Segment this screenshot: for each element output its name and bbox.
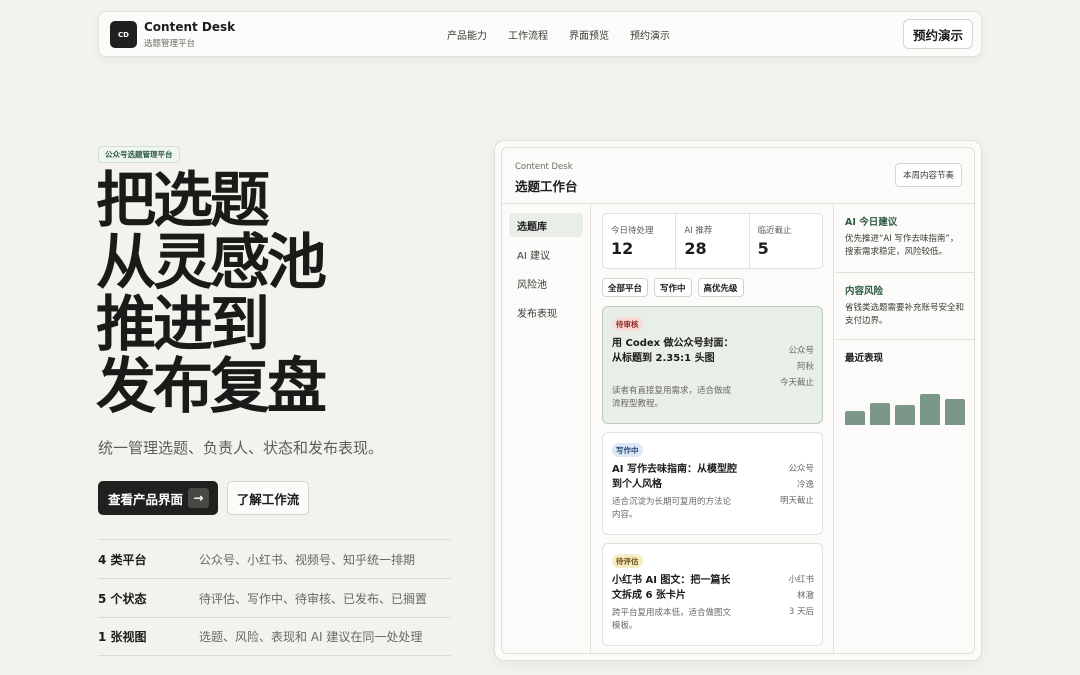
book-demo-button[interactable]: 预约演示: [903, 19, 973, 49]
kpi-value: 5: [757, 239, 769, 258]
performance-bar: [845, 411, 865, 425]
topic-meta: 小红书 林澈 3 天后: [788, 572, 814, 620]
topic-meta: 公众号 阿秋 今天截止: [780, 343, 814, 391]
topic-card[interactable]: 待评估 小红书 AI 图文：把一篇长文拆成 6 张卡片 跨平台复用成本低，适合做…: [602, 543, 823, 646]
topic-description: 跨平台复用成本低，适合做图文模板。: [612, 608, 732, 631]
sidebar-item-topics[interactable]: 选题库: [509, 213, 583, 237]
brand-subtitle: 选题管理平台: [144, 39, 196, 49]
hero-title: 把选题 从灵感池 推进到 发布复盘: [96, 166, 327, 422]
hero-title-line: 把选题: [96, 166, 270, 236]
content-risk-text: 省钱类选题需要补充账号安全和支付边界。: [845, 303, 965, 326]
arrow-right-icon: →: [188, 488, 209, 508]
topic-card[interactable]: 写作中 AI 写作去味指南：从模型腔到个人风格 适合沉淀为长期可复用的方法论内容…: [602, 432, 823, 535]
performance-bar: [870, 403, 890, 425]
learn-workflow-button[interactable]: 了解工作流: [227, 481, 309, 515]
topic-platform: 公众号: [788, 464, 814, 474]
workspace-sidebar: 选题库 AI 建议 风险池 发布表现: [502, 204, 591, 653]
kpi-ai-recommend: AI 推荐 28: [676, 214, 750, 268]
weekly-rhythm-button[interactable]: 本周内容节奏: [894, 163, 962, 187]
nav-links: 产品能力 工作流程 界面预览 预约演示: [447, 27, 670, 42]
workspace-title: 选题工作台: [515, 179, 578, 194]
logo-icon[interactable]: CD: [110, 21, 137, 48]
sidebar-item-performance[interactable]: 发布表现: [509, 300, 583, 324]
performance-bars: [845, 369, 965, 425]
stats-list: 4 类平台 公众号、小红书、视频号、知乎统一排期 5 个状态 待评估、写作中、待…: [98, 539, 451, 656]
stat-key: 1 张视图: [98, 630, 147, 644]
topic-owner: 冷逸: [796, 480, 814, 490]
topic-due: 明天截止: [779, 496, 814, 506]
content-risk-section: 内容风险 省钱类选题需要补充账号安全和支付边界。: [835, 273, 974, 340]
top-nav: CD Content Desk 选题管理平台 产品能力 工作流程 界面预览 预约…: [98, 11, 982, 57]
workspace-app-name: Content Desk: [515, 162, 573, 172]
filter-all-platforms[interactable]: 全部平台: [602, 278, 649, 297]
view-product-label: 查看产品界面: [108, 491, 184, 507]
topic-description: 读者有直接复用需求，适合做成流程型教程。: [612, 386, 732, 409]
topic-card[interactable]: 待审核 用 Codex 做公众号封面：从标题到 2.35:1 头图 读者有直接复…: [602, 306, 823, 424]
performance-bar: [895, 405, 915, 425]
hero-title-line: 从灵感池: [96, 228, 327, 298]
brand-name: Content Desk: [144, 20, 236, 34]
kpi-label: 今日待处理: [611, 226, 654, 236]
topic-title: 用 Codex 做公众号封面：从标题到 2.35:1 头图: [612, 338, 734, 364]
performance-bar: [945, 399, 965, 425]
hero-tag: 公众号选题管理平台: [98, 146, 180, 163]
nav-link-demo[interactable]: 预约演示: [630, 27, 670, 42]
stat-row: 1 张视图 选题、风险、表现和 AI 建议在同一处处理: [98, 617, 451, 656]
kpi-pending: 今日待处理 12: [603, 214, 677, 268]
performance-bar: [920, 394, 940, 425]
kpi-value: 28: [684, 239, 707, 258]
status-badge: 待审核: [612, 317, 643, 331]
stat-value: 公众号、小红书、视频号、知乎统一排期: [199, 552, 416, 567]
stat-row: 5 个状态 待评估、写作中、待审核、已发布、已搁置: [98, 578, 451, 617]
performance-heading: 最近表现: [845, 353, 884, 364]
stat-value: 选题、风险、表现和 AI 建议在同一处处理: [199, 630, 423, 644]
insights-column: AI 今日建议 优先推进“AI 写作去味指南”，搜索需求稳定，风险较低。 内容风…: [835, 204, 974, 653]
topic-column: 今日待处理 12 AI 推荐 28 临近截止 5 全部平台 写作中 高优先级 待…: [592, 204, 834, 653]
kpi-value: 12: [611, 239, 634, 258]
sidebar-item-ai-suggestions[interactable]: AI 建议: [509, 242, 583, 266]
topic-title: AI 写作去味指南：从模型腔到个人风格: [612, 464, 737, 490]
nav-link-preview[interactable]: 界面预览: [569, 27, 609, 42]
hero-subtitle: 统一管理选题、负责人、状态和发布表现。: [98, 439, 384, 457]
kpi-label: 临近截止: [757, 226, 792, 236]
filter-writing[interactable]: 写作中: [654, 278, 692, 297]
filter-chips: 全部平台 写作中 高优先级: [602, 278, 744, 297]
ai-suggestion-text: 优先推进“AI 写作去味指南”，搜索需求稳定，风险较低。: [845, 234, 959, 257]
stat-value: 待评估、写作中、待审核、已发布、已搁置: [199, 591, 428, 606]
status-badge: 写作中: [612, 443, 643, 457]
workspace-window: Content Desk 选题工作台 本周内容节奏 选题库 AI 建议 风险池 …: [501, 147, 975, 654]
topic-due: 3 天后: [788, 607, 814, 617]
filter-high-priority[interactable]: 高优先级: [697, 278, 744, 297]
topic-platform: 小红书: [788, 575, 814, 585]
kpi-due-soon: 临近截止 5: [750, 214, 822, 268]
view-product-button[interactable]: 查看产品界面 →: [98, 481, 218, 515]
topic-due: 今天截止: [779, 378, 814, 388]
workspace-preview: Content Desk 选题工作台 本周内容节奏 选题库 AI 建议 风险池 …: [494, 140, 982, 661]
topic-description: 适合沉淀为长期可复用的方法论内容。: [612, 497, 732, 520]
stat-row: 4 类平台 公众号、小红书、视频号、知乎统一排期: [98, 539, 451, 578]
hero-title-line: 推进到: [96, 290, 270, 360]
topic-title: 小红书 AI 图文：把一篇长文拆成 6 张卡片: [612, 575, 731, 601]
nav-link-capabilities[interactable]: 产品能力: [447, 27, 487, 42]
topic-meta: 公众号 冷逸 明天截止: [780, 461, 814, 509]
hero-title-line: 发布复盘: [96, 352, 327, 422]
topic-platform: 公众号: [788, 346, 814, 356]
stat-key: 4 类平台: [98, 552, 147, 567]
status-badge: 待评估: [612, 554, 643, 568]
performance-section: 最近表现: [835, 340, 974, 434]
kpi-strip: 今日待处理 12 AI 推荐 28 临近截止 5: [602, 213, 823, 269]
topic-owner: 林澈: [796, 591, 814, 601]
topic-owner: 阿秋: [796, 362, 814, 372]
nav-link-workflow[interactable]: 工作流程: [508, 27, 548, 42]
kpi-label: AI 推荐: [684, 226, 713, 236]
ai-suggestion-section: AI 今日建议 优先推进“AI 写作去味指南”，搜索需求稳定，风险较低。: [835, 204, 974, 273]
content-risk-heading: 内容风险: [845, 286, 884, 297]
ai-suggestion-heading: AI 今日建议: [845, 217, 898, 228]
sidebar-item-risk-pool[interactable]: 风险池: [509, 271, 583, 295]
stat-key: 5 个状态: [98, 591, 147, 606]
